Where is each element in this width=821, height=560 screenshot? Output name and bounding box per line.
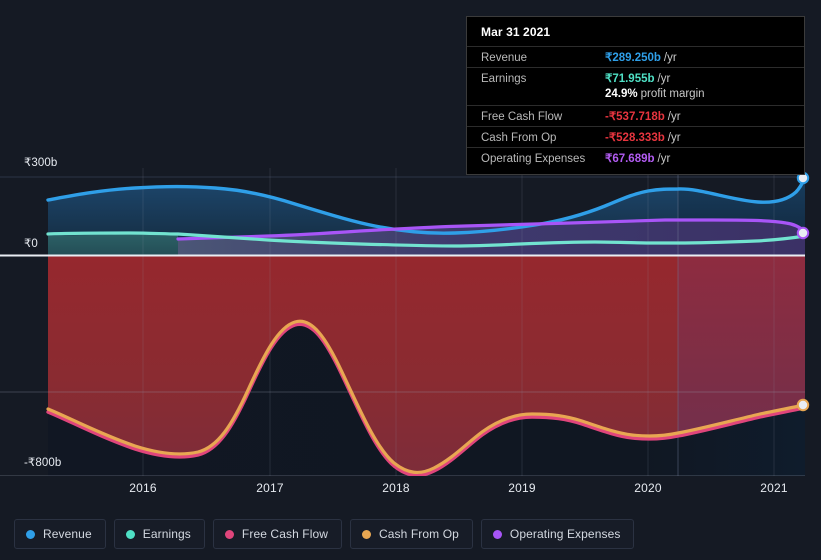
tooltip-label-free-cash-flow: Free Cash Flow — [481, 111, 563, 123]
tooltip-row-operating-expenses: Operating Expenses ₹67.689b /yr — [467, 147, 804, 168]
x-axis-label-2019: 2019 — [508, 481, 536, 495]
tooltip-unit-revenue: /yr — [663, 52, 677, 64]
tooltip-label-earnings: Earnings — [481, 73, 527, 85]
tooltip-row-revenue: Revenue ₹289.250b /yr — [467, 46, 804, 67]
tooltip-unit-free-cash-flow: /yr — [667, 111, 681, 123]
legend-item-operating-expenses[interactable]: Operating Expenses — [480, 519, 635, 549]
tooltip-label-revenue: Revenue — [481, 52, 528, 64]
legend-item-cash-from-op[interactable]: Cash From Op — [350, 519, 473, 549]
tooltip-unit-earnings: /yr — [657, 73, 671, 85]
endpoint-marker-cash-from-op — [796, 398, 810, 412]
legend-label-revenue: Revenue — [43, 527, 92, 541]
endpoint-marker-operating-expenses — [796, 226, 810, 240]
tooltip-row-profit-margin: 24.9% profit margin — [467, 88, 804, 105]
tooltip-label-cash-from-op: Cash From Op — [481, 132, 557, 144]
y-axis-label-0: ₹0 — [24, 238, 38, 250]
x-axis-label-2016: 2016 — [129, 481, 157, 495]
legend-dot-revenue-icon — [26, 529, 35, 539]
tooltip-value-operating-expenses: ₹67.689b — [605, 153, 655, 165]
x-axis-label-2021: 2021 — [760, 481, 788, 495]
tooltip-value-cash-from-op: -₹528.333b — [605, 132, 665, 144]
tooltip-row-free-cash-flow: Free Cash Flow -₹537.718b /yr — [467, 105, 804, 126]
tooltip-value-revenue: ₹289.250b — [605, 52, 661, 64]
x-axis-label-2017: 2017 — [256, 481, 284, 495]
legend-dot-operating-expenses-icon — [492, 529, 502, 539]
chart-tooltip: Mar 31 2021 Revenue ₹289.250b /yr Earnin… — [466, 16, 805, 175]
tooltip-value-earnings: ₹71.955b — [605, 73, 655, 85]
financial-chart: ₹300b ₹0 -₹800b 2016 2017 2018 2019 2020… — [0, 0, 821, 560]
tooltip-unit-operating-expenses: /yr — [657, 153, 671, 165]
earnings-area — [48, 234, 178, 256]
x-axis-label-2020: 2020 — [634, 481, 662, 495]
legend-dot-earnings-icon — [125, 529, 135, 539]
tooltip-row-cash-from-op: Cash From Op -₹528.333b /yr — [467, 126, 804, 147]
legend-label-earnings: Earnings — [142, 527, 191, 541]
tooltip-row-earnings: Earnings ₹71.955b /yr — [467, 67, 804, 88]
chart-legend: Revenue Earnings Free Cash Flow Cash Fro… — [14, 519, 635, 549]
tooltip-unit-cash-from-op: /yr — [667, 132, 681, 144]
tooltip-label-operating-expenses: Operating Expenses — [481, 153, 586, 165]
tooltip-value-profit-margin: 24.9% — [605, 88, 638, 100]
tooltip-value-free-cash-flow: -₹537.718b — [605, 111, 665, 123]
legend-item-revenue[interactable]: Revenue — [14, 519, 106, 549]
x-axis-label-2018: 2018 — [382, 481, 410, 495]
y-axis-label-300b: ₹300b — [24, 157, 58, 169]
y-axis-label-minus-800b: -₹800b — [24, 457, 62, 469]
legend-label-free-cash-flow: Free Cash Flow — [241, 527, 329, 541]
legend-item-earnings[interactable]: Earnings — [113, 519, 205, 549]
legend-label-operating-expenses: Operating Expenses — [509, 527, 621, 541]
tooltip-unit-profit-margin: profit margin — [640, 88, 705, 100]
plot-area — [0, 168, 821, 476]
legend-item-free-cash-flow[interactable]: Free Cash Flow — [212, 519, 343, 549]
tooltip-date: Mar 31 2021 — [481, 25, 551, 39]
legend-dot-cash-from-op-icon — [362, 529, 372, 539]
legend-label-cash-from-op: Cash From Op — [379, 527, 459, 541]
legend-dot-free-cash-flow-icon — [224, 529, 234, 539]
